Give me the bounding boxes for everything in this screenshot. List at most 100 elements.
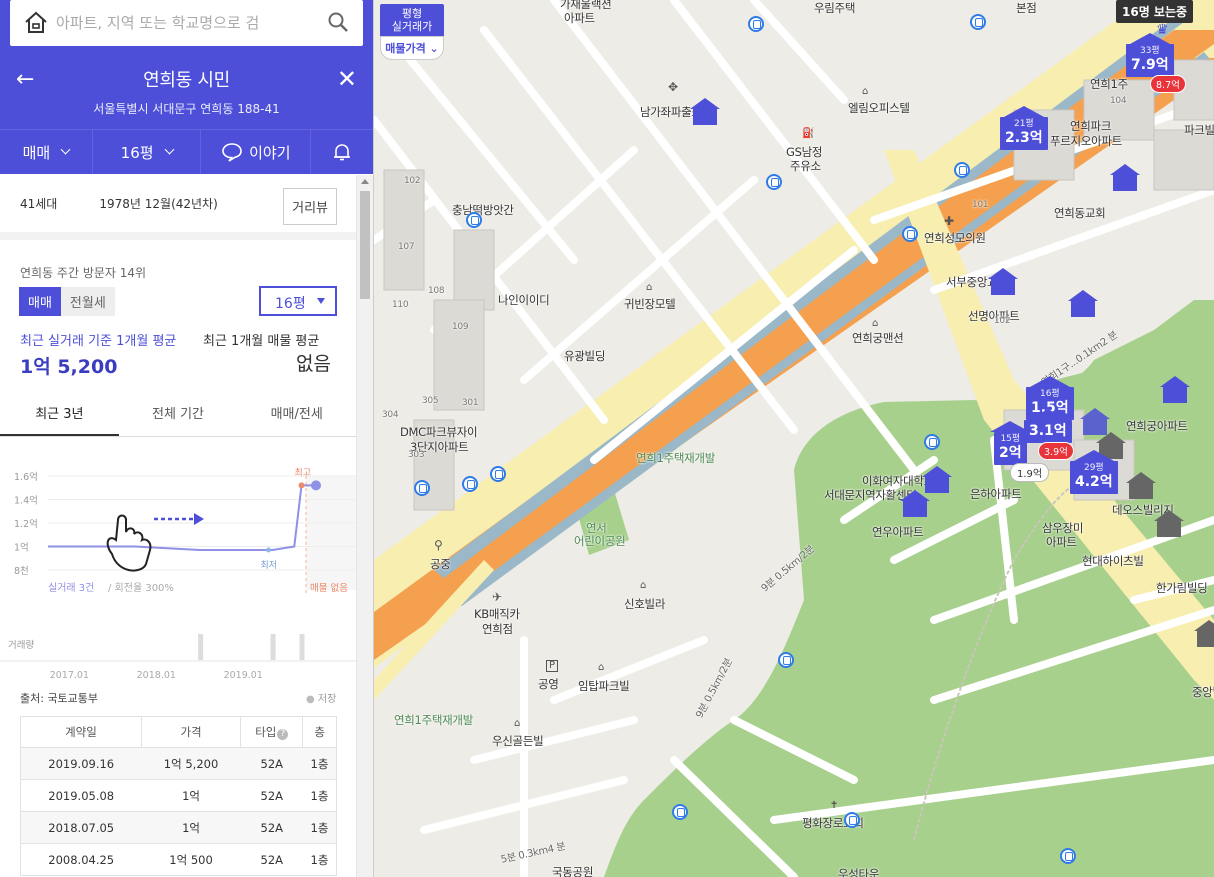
viewers-badge: 16명 보는중 xyxy=(1116,0,1194,23)
apartment-pin[interactable] xyxy=(1194,620,1214,647)
bus-stop-icon[interactable] xyxy=(766,174,782,190)
bus-stop-icon[interactable] xyxy=(902,226,918,242)
pin-price: 7.9억 xyxy=(1131,57,1169,73)
actual-avg-label: 최근 실거래 기준 1개월 평균 xyxy=(20,334,177,349)
apartment-pin[interactable] xyxy=(922,466,952,493)
y-tick-label: 1.6억 xyxy=(14,471,38,483)
bus-stop-icon[interactable] xyxy=(748,16,764,32)
building-number: 102 xyxy=(404,176,421,186)
price-pin-selected[interactable]: 15평 2억 xyxy=(990,421,1030,465)
apartment-pin[interactable] xyxy=(1126,472,1156,499)
building-number: 109 xyxy=(452,322,469,332)
volume-label: 거래량 xyxy=(8,639,34,651)
y-tick-label: 1.2억 xyxy=(14,518,38,530)
period-tabs: 최근 3년 전체 기간 매매/전세 xyxy=(0,392,356,437)
tab-recent-3y[interactable]: 최근 3년 xyxy=(0,392,119,436)
deal-type-dropdown[interactable]: 매매 xyxy=(0,130,93,174)
listing-price-tag[interactable]: 8.7억 xyxy=(1150,75,1186,93)
price-chart-svg[interactable]: 1.6억 1.4억 1.2억 1억 8천 최저 최고실거래 3건 / 회전율 300% 매물 … xyxy=(0,458,356,688)
scroll-up-icon[interactable] xyxy=(361,179,369,184)
map-label: 우성타운 xyxy=(838,867,880,877)
search-input[interactable] xyxy=(56,8,316,38)
notification-button[interactable] xyxy=(311,130,373,174)
map-label: 한가림빌딩 xyxy=(1156,581,1208,595)
back-arrow-icon[interactable]: ← xyxy=(16,67,34,92)
pin-price: 2.3억 xyxy=(1005,130,1043,146)
map-label: 신호빌라 xyxy=(624,597,666,611)
building-number: 104 xyxy=(1110,96,1127,106)
high-label: 최고 xyxy=(295,467,312,478)
bus-stop-icon[interactable] xyxy=(1060,848,1076,864)
bus-stop-icon[interactable] xyxy=(924,434,940,450)
apartment-pin[interactable] xyxy=(1110,164,1140,191)
help-icon[interactable]: ? xyxy=(277,729,289,740)
price-line xyxy=(48,484,316,552)
map-layer-toggle[interactable]: 평형 실거래가 매물가격 ⌄ xyxy=(380,4,444,60)
toggle-actual-price[interactable]: 평형 실거래가 xyxy=(380,4,444,36)
bus-stop-icon[interactable] xyxy=(672,804,688,820)
apartment-pin[interactable] xyxy=(900,490,930,517)
y-tick-label: 1억 xyxy=(14,542,29,554)
search-box[interactable] xyxy=(10,0,363,46)
toggle-listing-price[interactable]: 매물가격 ⌄ xyxy=(380,36,444,60)
app-root: 가재울랙션 아파트 우림주택 본점 남가좌파출소 엘림오피스텔 GS남정 주유소… xyxy=(0,0,1214,877)
bus-stop-icon[interactable] xyxy=(490,466,506,482)
tab-sale-jeonse[interactable]: 매매/전세 xyxy=(237,392,356,436)
segment-rent[interactable]: 전월세 xyxy=(60,287,115,316)
talk-button[interactable]: 이야기 xyxy=(201,130,312,174)
cell-price: 1억 xyxy=(141,811,241,844)
apartment-pin[interactable] xyxy=(690,98,720,125)
panel-scrollbar[interactable] xyxy=(356,175,373,877)
building-icon: ⌂ xyxy=(862,86,869,97)
apartment-pin[interactable] xyxy=(1080,408,1110,435)
price-pin[interactable]: 3.1억 xyxy=(1024,409,1072,443)
price-pin[interactable]: 21평 2.3억 xyxy=(1000,106,1048,150)
bus-stop-icon[interactable] xyxy=(970,14,986,30)
table-row[interactable]: 2019.05.08 1억 52A 1층 xyxy=(20,779,337,812)
bus-stop-icon[interactable] xyxy=(954,162,970,178)
chevron-down-icon: ⌄ xyxy=(429,42,439,55)
table-row[interactable]: 2008.04.25 1억 500 52A 1층 xyxy=(20,843,337,876)
price-chart[interactable]: 1.6억 1.4억 1.2억 1억 8천 최저 최고 실거래 3건 / 회전율 300% 매물 … xyxy=(0,458,356,688)
map-label: 엘림오피스텔 xyxy=(848,101,910,115)
size-select[interactable]: 16평 xyxy=(259,286,337,316)
apartment-pin[interactable] xyxy=(1068,290,1098,317)
price-pin[interactable]: 29평 4.2억 xyxy=(1070,450,1118,494)
police-icon: ✥ xyxy=(668,80,679,94)
cell-type: 52A xyxy=(240,811,303,844)
map-label: 우림주택 xyxy=(814,1,856,15)
home-icon[interactable] xyxy=(24,11,48,33)
segment-sale[interactable]: 매매 xyxy=(19,287,61,316)
table-row[interactable]: 2018.07.05 1억 52A 1층 xyxy=(20,811,337,844)
tab-all-period[interactable]: 전체 기간 xyxy=(119,392,238,436)
map-label: 아파트 xyxy=(1046,535,1077,549)
price-pin[interactable]: 33평 7.9억 xyxy=(1126,33,1174,77)
apartment-pin[interactable] xyxy=(1154,510,1184,537)
cell-price: 1억 5,200 xyxy=(141,747,241,780)
map-label: 연희1주택재개발 xyxy=(394,713,473,727)
street-view-button[interactable]: 거리뷰 xyxy=(283,188,337,225)
bus-stop-icon[interactable] xyxy=(414,480,430,496)
close-icon[interactable]: ✕ xyxy=(337,65,357,93)
search-icon[interactable] xyxy=(327,11,349,33)
bus-stop-icon[interactable] xyxy=(466,212,482,228)
listing-price-tag[interactable]: 3.9억 xyxy=(1038,442,1074,460)
cell-floor: 1층 xyxy=(302,843,337,876)
apartment-pin[interactable] xyxy=(988,268,1018,295)
recent-price-tag[interactable]: 1.9억 xyxy=(1010,463,1050,482)
cell-floor: 1층 xyxy=(302,811,337,844)
table-row[interactable]: 2019.09.16 1억 5,200 52A 1층 xyxy=(20,747,337,780)
low-point xyxy=(266,547,272,553)
bus-stop-icon[interactable] xyxy=(844,812,860,828)
apartment-pin[interactable] xyxy=(1160,376,1190,403)
bus-stop-icon[interactable] xyxy=(462,476,478,492)
size-dropdown[interactable]: 16평 xyxy=(93,130,202,174)
col-date: 계약일 xyxy=(20,716,142,748)
repair-icon: ✈ xyxy=(492,590,503,604)
search-bar xyxy=(0,0,373,60)
chart-footer-left: 실거래 3건 xyxy=(48,582,94,594)
scrollbar-thumb[interactable] xyxy=(360,191,370,299)
map-view[interactable]: 가재울랙션 아파트 우림주택 본점 남가좌파출소 엘림오피스텔 GS남정 주유소… xyxy=(374,0,1214,877)
bus-stop-icon[interactable] xyxy=(778,652,794,668)
map-label: 나인이이디 xyxy=(498,293,550,307)
